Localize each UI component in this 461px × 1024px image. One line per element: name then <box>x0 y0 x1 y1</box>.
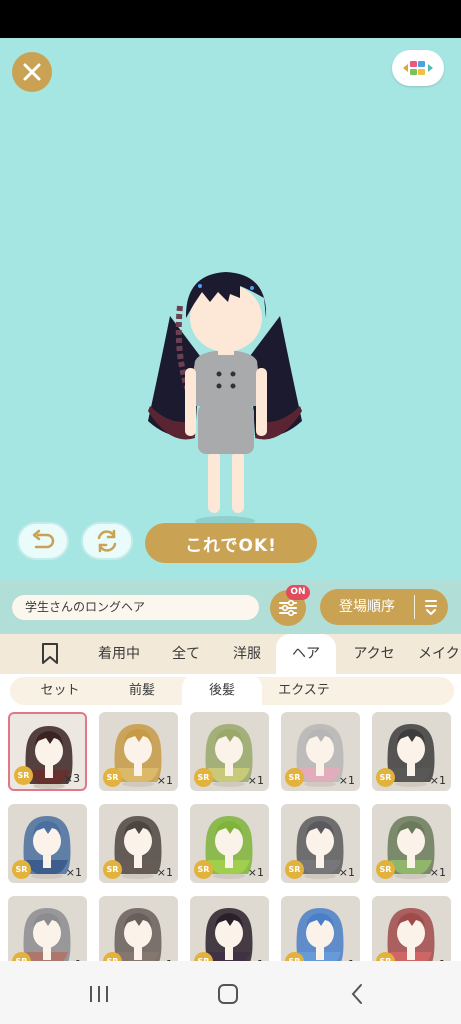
rarity-badge: SR <box>376 768 395 787</box>
item-quantity: ×1 <box>429 866 446 879</box>
item-quantity: ×1 <box>156 866 173 879</box>
close-icon <box>23 63 41 81</box>
rarity-badge: SR <box>103 860 122 879</box>
filter-bar: 学生さんのロングヘア ON 登場順序 <box>0 580 461 634</box>
home-button[interactable] <box>213 979 243 1009</box>
item-grid: SR ×3 SR ×1 SR ×1 SR ×1 SR ×1 SR ×1 SR ×1 SR ×1 SR ×1 SR ×1… <box>0 708 461 961</box>
item-quantity: ×1 <box>338 866 355 879</box>
sort-order-button[interactable]: 登場順序 <box>320 589 448 625</box>
tab-bookmark[interactable] <box>28 634 72 674</box>
subtab-extensions[interactable]: エクステ <box>262 677 346 705</box>
back-button[interactable] <box>342 979 372 1009</box>
rarity-badge: SR <box>285 860 304 879</box>
item-card[interactable]: SR×1 <box>372 896 451 961</box>
filter-sliders-icon <box>279 599 297 617</box>
item-quantity: ×1 <box>65 866 82 879</box>
tab-accessory[interactable]: アクセ <box>344 634 404 674</box>
rarity-badge: SR <box>14 766 33 785</box>
refresh-icon <box>97 529 117 553</box>
item-card[interactable]: SR ×1 <box>190 804 269 883</box>
item-card[interactable]: SR×1 <box>8 896 87 961</box>
item-card[interactable]: SR ×1 <box>281 804 360 883</box>
subtab-bangs[interactable]: 前髪 <box>102 677 182 705</box>
item-quantity: ×1 <box>247 866 264 879</box>
undo-button[interactable] <box>17 522 69 560</box>
undo-icon <box>32 529 55 549</box>
filter-on-badge: ON <box>286 585 310 600</box>
tab-all[interactable]: 全て <box>160 634 212 674</box>
recent-apps-button[interactable] <box>84 979 114 1009</box>
tab-wearing[interactable]: 着用中 <box>88 634 150 674</box>
sort-arrow-icon[interactable] <box>424 598 438 616</box>
home-icon <box>218 984 238 1004</box>
close-button[interactable] <box>12 52 52 92</box>
sort-order-label: 登場順序 <box>339 599 395 615</box>
item-card[interactable]: SR ×1 <box>372 712 451 791</box>
back-icon <box>351 984 362 1004</box>
tab-hair[interactable]: ヘア <box>276 634 336 674</box>
avatar-figure <box>148 272 302 526</box>
item-card[interactable]: SR ×3 <box>8 712 87 791</box>
bookmark-icon <box>42 643 58 664</box>
item-card[interactable]: SR ×1 <box>281 712 360 791</box>
status-bar <box>0 0 461 38</box>
item-card[interactable]: SR ×1 <box>99 804 178 883</box>
item-card[interactable]: SR ×1 <box>372 804 451 883</box>
category-tabs: 着用中 全て 洋服 ヘア アクセ メイク <box>0 634 461 674</box>
item-card[interactable]: SR×1 <box>99 896 178 961</box>
tab-clothes[interactable]: 洋服 <box>222 634 272 674</box>
item-quantity: ×3 <box>63 772 80 785</box>
rarity-badge: SR <box>103 768 122 787</box>
subtab-back-hair[interactable]: 後髪 <box>182 674 262 708</box>
item-card[interactable]: SR×1 <box>190 896 269 961</box>
confirm-ok-button[interactable]: これでOK! <box>145 523 317 563</box>
layout-toggle-button[interactable] <box>392 50 444 86</box>
avatar-stage: これでOK! <box>0 38 461 580</box>
rarity-badge: SR <box>194 860 213 879</box>
rarity-badge: SR <box>376 860 395 879</box>
rarity-badge: SR <box>12 860 31 879</box>
item-card[interactable]: SR ×1 <box>99 712 178 791</box>
item-quantity: ×1 <box>429 774 446 787</box>
item-quantity: ×1 <box>247 774 264 787</box>
item-quantity: ×1 <box>156 774 173 787</box>
item-card[interactable]: SR ×1 <box>8 804 87 883</box>
sort-divider <box>414 595 415 619</box>
rarity-badge: SR <box>194 768 213 787</box>
item-card[interactable]: SR×1 <box>281 896 360 961</box>
item-quantity: ×1 <box>338 774 355 787</box>
hair-subtabs: セット 前髪 後髪 エクステ <box>0 674 461 708</box>
recent-apps-icon <box>90 986 108 1002</box>
refresh-button[interactable] <box>81 522 133 560</box>
rarity-badge: SR <box>285 768 304 787</box>
layout-grid-icon <box>403 61 433 75</box>
subtab-set[interactable]: セット <box>20 677 100 705</box>
tab-makeup[interactable]: メイク <box>418 634 461 674</box>
item-name-field[interactable]: 学生さんのロングヘア <box>12 595 259 620</box>
item-card[interactable]: SR ×1 <box>190 712 269 791</box>
system-nav-bar <box>0 961 461 1024</box>
